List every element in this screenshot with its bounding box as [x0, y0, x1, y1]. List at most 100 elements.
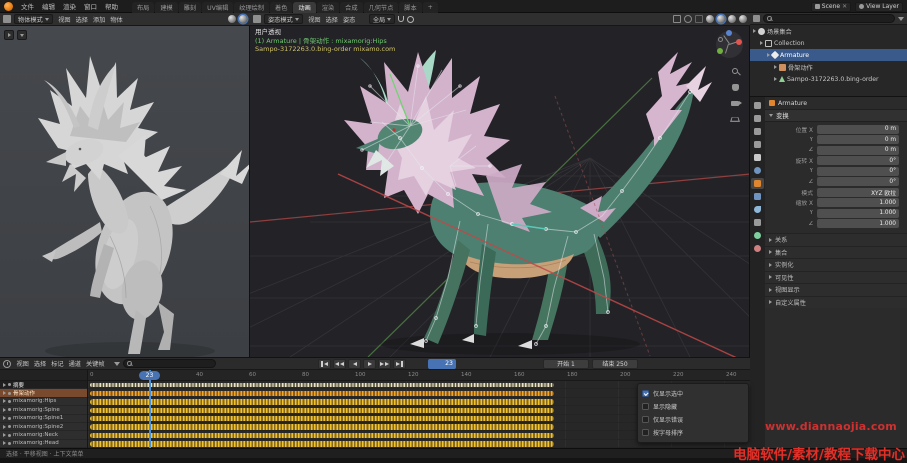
filter-icon[interactable] [114, 362, 120, 366]
expand-icon[interactable] [3, 425, 6, 429]
workspace-tab[interactable]: 雕刻 [179, 2, 201, 13]
expand-icon[interactable] [767, 53, 770, 57]
left-3d-viewport[interactable] [0, 26, 250, 357]
dopesheet-menu-item[interactable]: 选择 [31, 359, 48, 368]
field-value[interactable]: 0 m [817, 135, 899, 144]
expand-icon[interactable] [3, 399, 6, 403]
transform-section-header[interactable]: 变换 [765, 110, 907, 122]
field-value[interactable]: 0° [817, 167, 899, 176]
textured-model[interactable] [250, 26, 750, 357]
camera-view-icon[interactable] [730, 98, 740, 108]
dopesheet-menu-item[interactable]: 标记 [49, 359, 66, 368]
viewport-menu-item[interactable]: 姿态 [341, 15, 358, 24]
workspace-tab[interactable]: + [423, 2, 438, 13]
jump-to-end-button[interactable] [393, 359, 406, 369]
properties-tab-constraints[interactable] [751, 217, 764, 228]
workspace-tab[interactable]: 几何节点 [364, 2, 399, 13]
properties-tab-output[interactable] [751, 126, 764, 137]
filter-icon[interactable] [898, 17, 904, 21]
outliner-row[interactable]: 骨架动作 [750, 61, 907, 73]
end-frame-field[interactable]: 结束 250 [592, 359, 638, 369]
workspace-tab[interactable]: 建模 [155, 2, 177, 13]
properties-tab-material[interactable] [751, 243, 764, 254]
keyframe-strip[interactable] [90, 433, 554, 438]
channel-row[interactable]: 骨架动作 [0, 389, 87, 397]
viewport-menu-item[interactable]: 视图 [56, 15, 73, 24]
channel-row[interactable]: mixamorig:Hips [0, 398, 87, 406]
playhead[interactable] [149, 370, 151, 448]
field-value[interactable]: 1.000 [817, 198, 899, 207]
xray-toggle-icon[interactable] [695, 15, 703, 23]
workspace-tab[interactable]: 动画 [293, 2, 315, 13]
filter-row[interactable]: 仅显示错误 [642, 415, 744, 424]
dopesheet-menu-item[interactable]: 通道 [66, 359, 83, 368]
viewport-menu-item[interactable]: 选择 [73, 15, 90, 24]
topbar-menu-item[interactable]: 渲染 [59, 0, 80, 13]
jump-to-start-button[interactable] [318, 359, 331, 369]
play-reverse-button[interactable] [348, 359, 361, 369]
viewport-menu-item[interactable]: 选择 [323, 15, 340, 24]
workspace-tab[interactable]: UV编辑 [202, 2, 233, 13]
properties-tab-physics[interactable] [751, 204, 764, 215]
expand-icon[interactable] [774, 77, 777, 81]
properties-tab-render[interactable] [751, 113, 764, 124]
shading-wireframe-icon[interactable] [706, 15, 714, 23]
workspace-tab[interactable]: 脚本 [399, 2, 421, 13]
field-value[interactable]: 0 m [817, 125, 899, 134]
viewport-menu-item[interactable]: 物体 [108, 15, 125, 24]
play-button[interactable] [363, 359, 376, 369]
expand-icon[interactable] [3, 383, 6, 387]
keyframe-strip[interactable] [90, 391, 554, 396]
channel-row[interactable]: mixamorig:Spine [0, 406, 87, 414]
snap-magnet-icon[interactable] [398, 16, 404, 22]
perspective-toggle-icon[interactable] [730, 114, 740, 124]
section-row[interactable]: 关系 [765, 233, 907, 246]
x-axis-neg-dot[interactable] [718, 37, 723, 42]
field-value[interactable]: 1.000 [817, 219, 899, 228]
unlink-icon[interactable]: ✕ [842, 3, 847, 10]
topbar-menu-item[interactable]: 帮助 [101, 0, 122, 13]
nav-gizmo[interactable] [716, 31, 743, 58]
dopesheet-editor-icon[interactable] [3, 360, 11, 368]
mode-dropdown[interactable]: 物体模式 [14, 14, 53, 24]
workspace-tab[interactable]: 渲染 [317, 2, 339, 13]
workspace-tab[interactable]: 纹理绘制 [234, 2, 269, 13]
start-frame-field[interactable]: 开始 1 [543, 359, 589, 369]
options-toggle-button[interactable] [17, 30, 27, 40]
toolbar-toggle-button[interactable] [4, 30, 14, 40]
field-value[interactable]: 0° [817, 177, 899, 186]
shading-wireframe-icon[interactable] [228, 15, 236, 23]
zoom-icon[interactable] [730, 66, 740, 76]
channel-row[interactable]: 摘要 [0, 381, 87, 389]
dopesheet-search-input[interactable] [134, 361, 212, 367]
scene-selector[interactable]: Scene ✕ [811, 2, 851, 12]
checkbox[interactable] [642, 403, 649, 410]
outliner-search-input[interactable] [774, 16, 892, 22]
gizmo-toggle-icon[interactable] [673, 15, 681, 23]
shading-rendered-icon[interactable] [739, 15, 747, 23]
view-layer-selector[interactable]: View Layer [855, 2, 903, 12]
channel-row[interactable]: mixamorig:Spine1 [0, 415, 87, 423]
topbar-menu-item[interactable]: 编辑 [38, 0, 59, 13]
properties-tab-data[interactable] [751, 230, 764, 241]
properties-tab-world[interactable] [751, 165, 764, 176]
checkbox[interactable] [642, 390, 649, 397]
expand-icon[interactable] [774, 65, 777, 69]
prev-keyframe-button[interactable] [333, 359, 346, 369]
properties-tab-object[interactable] [751, 178, 764, 189]
outliner-display-mode-icon[interactable] [753, 15, 760, 22]
filter-row[interactable]: 显示隐藏 [642, 402, 744, 411]
viewport-menu-item[interactable]: 视图 [306, 15, 323, 24]
keyframe-strip[interactable] [90, 383, 554, 388]
filter-row[interactable]: 仅显示选中 [642, 389, 744, 398]
topbar-menu-item[interactable]: 文件 [17, 0, 38, 13]
orientation-dropdown[interactable]: 全局 [369, 14, 395, 24]
expand-icon[interactable] [3, 433, 6, 437]
properties-tab-tool[interactable] [751, 100, 764, 111]
mode-dropdown[interactable]: 姿态模式 [264, 14, 303, 24]
workspace-tab[interactable]: 布局 [132, 2, 154, 13]
outliner-row[interactable]: Collection [750, 37, 907, 49]
keyframe-strip[interactable] [90, 441, 554, 446]
shading-material-icon[interactable] [728, 15, 736, 23]
clay-model[interactable] [0, 26, 250, 357]
